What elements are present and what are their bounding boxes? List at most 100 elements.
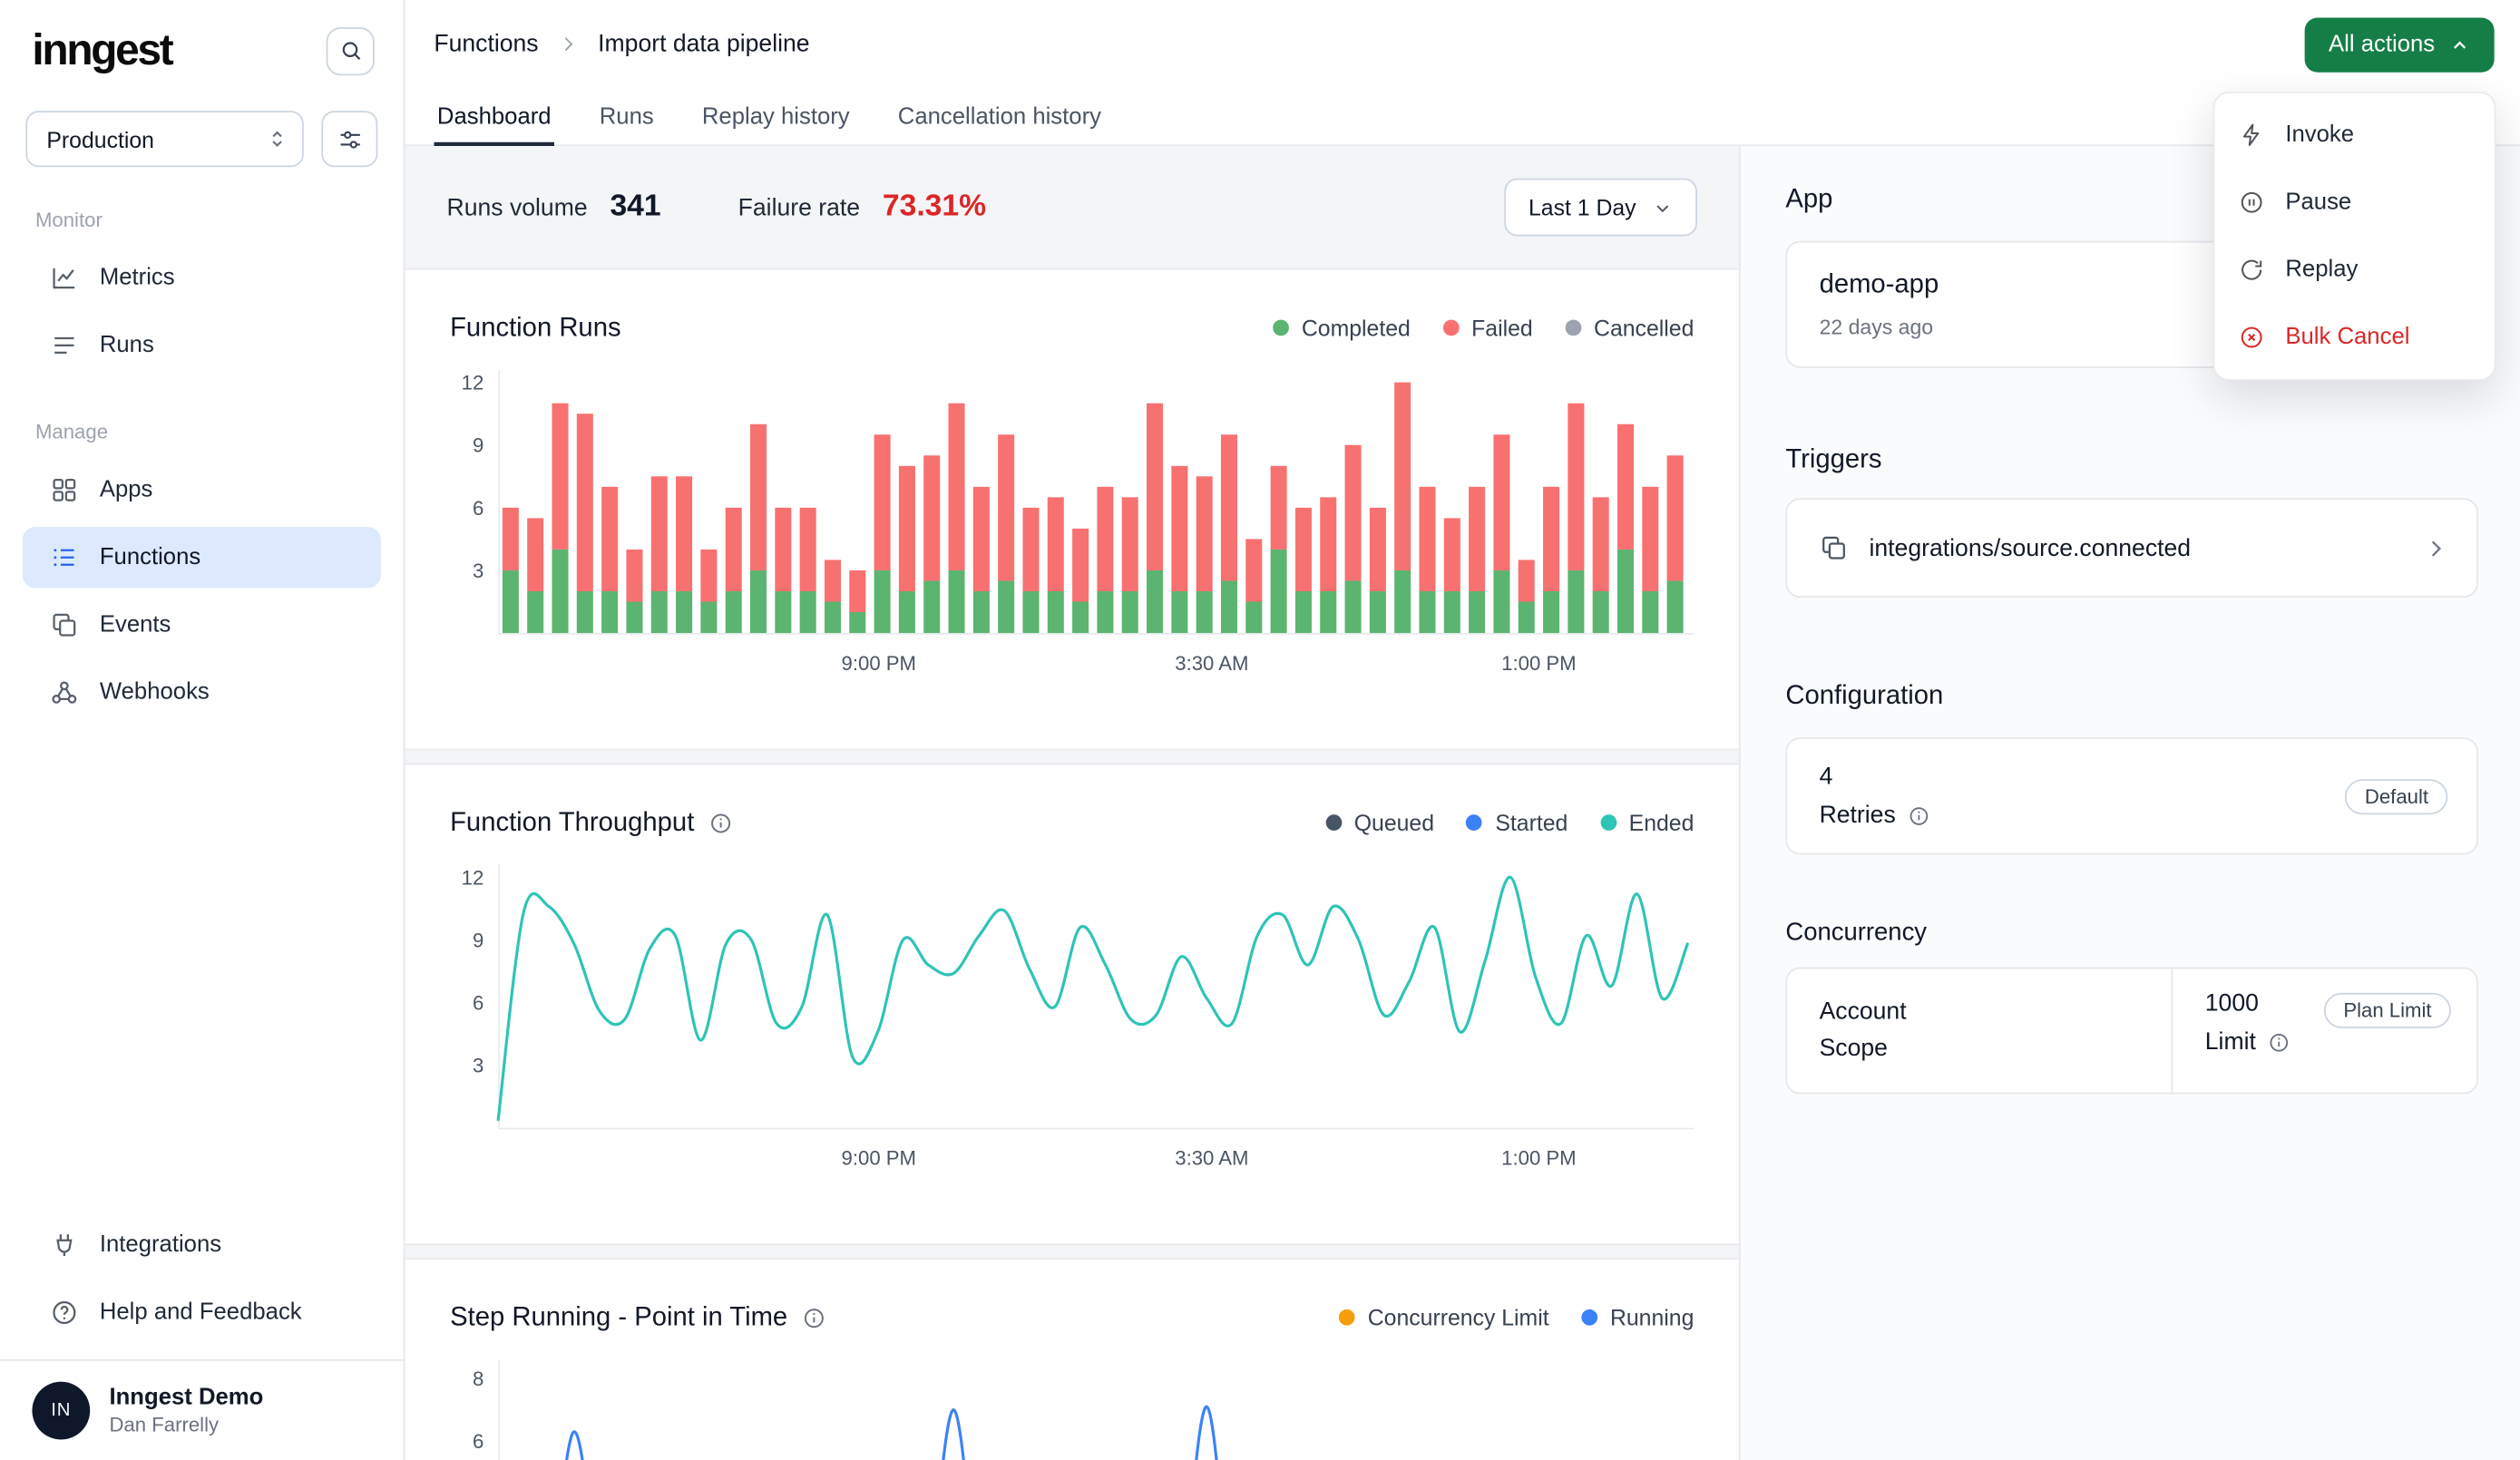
svg-text:6: 6 [473,992,483,1015]
legend-label: Concurrency Limit [1368,1305,1549,1330]
sidebar-item-help[interactable]: Help and Feedback [23,1282,381,1343]
legend-label: Ended [1629,810,1695,835]
queued-dot [1325,814,1342,831]
sidebar-item-apps[interactable]: Apps [23,460,381,521]
search-button[interactable] [327,26,375,74]
all-actions-button[interactable]: All actions [2304,17,2494,72]
sliders-icon [337,126,362,151]
chevron-right-icon [2424,536,2448,560]
sidebar-item-webhooks[interactable]: Webhooks [23,662,381,723]
configuration-heading: Configuration [1785,681,2478,712]
legend-label: Failed [1471,315,1533,340]
user-subtitle: Dan Farrelly [109,1414,263,1436]
events-icon [50,610,79,639]
svg-text:9:00 PM: 9:00 PM [842,1146,916,1169]
environment-selector[interactable]: Production [25,111,304,167]
sidebar-item-functions[interactable]: Functions [23,527,381,588]
svg-text:9: 9 [473,929,483,951]
tab-replay-history[interactable]: Replay history [698,98,853,146]
svg-text:3: 3 [473,1055,483,1077]
chart-title: Function Runs [450,313,620,344]
info-icon[interactable] [1907,804,1929,827]
sidebar-item-events[interactable]: Events [23,595,381,656]
breadcrumb-functions[interactable]: Functions [434,31,538,58]
legend-label: Cancelled [1594,315,1694,340]
svg-text:6: 6 [473,1430,483,1453]
plan-limit-badge: Plan Limit [2324,993,2451,1028]
tab-dashboard[interactable]: Dashboard [434,98,554,146]
breadcrumb: Functions Import data pipeline [405,0,2520,88]
step-running-chart: 24689:00 PM3:30 AM1:00 PM [450,1359,1694,1460]
sidebar: inngest Production Monitor [0,0,405,1460]
sidebar-item-label: Functions [100,545,200,570]
runs-icon [50,331,79,360]
function-runs-chart: 369129:00 PM3:30 AM1:00 PM [450,369,1694,690]
default-badge: Default [2346,778,2448,813]
sidebar-item-label: Webhooks [100,679,210,705]
metrics-icon [50,264,79,293]
svg-text:12: 12 [462,372,484,394]
chevron-down-icon [1652,197,1673,218]
chevrons-updown-icon [265,127,289,151]
svg-text:3: 3 [473,560,483,582]
concurrency-limit-dot [1339,1309,1355,1326]
step-running-card: Step Running - Point in Time Concurrency… [405,1258,1739,1460]
chart-legend: Completed Failed Cancelled [1273,315,1694,340]
svg-text:3:30 AM: 3:30 AM [1175,1146,1248,1169]
function-throughput-card: Function Throughput Queued Started Ended… [405,764,1739,1246]
trigger-event-name: integrations/source.connected [1869,534,2191,561]
concurrency-card: Account Scope 1000 Limit Pl [1785,968,2478,1094]
sidebar-item-integrations[interactable]: Integrations [23,1214,381,1275]
svg-text:1:00 PM: 1:00 PM [1501,1146,1576,1169]
failure-rate-value: 73.31% [883,190,986,225]
runs-volume-label: Runs volume [447,193,588,220]
sidebar-section-manage: Manage [0,379,404,456]
inngest-logo: inngest [32,25,171,75]
svg-text:3:30 AM: 3:30 AM [1175,652,1248,675]
info-icon[interactable] [708,811,733,835]
running-dot [1581,1309,1597,1326]
sidebar-item-label: Help and Feedback [100,1299,302,1325]
menu-item-label: Bulk Cancel [2285,325,2409,350]
sidebar-item-runs[interactable]: Runs [23,315,381,375]
tab-cancellation-history[interactable]: Cancellation history [894,98,1104,146]
chart-title: Step Running - Point in Time [450,1302,787,1333]
svg-text:8: 8 [473,1368,483,1390]
svg-text:9:00 PM: 9:00 PM [842,652,916,675]
menu-item-bulk-cancel[interactable]: Bulk Cancel [2214,304,2494,371]
retries-label: Retries [1820,802,1896,829]
info-icon[interactable] [802,1306,826,1330]
svg-text:12: 12 [462,866,484,889]
main-area: Functions Import data pipeline All actio… [405,0,2520,1460]
menu-item-label: Pause [2285,190,2351,215]
trigger-row[interactable]: integrations/source.connected [1785,498,2478,598]
menu-item-label: Invoke [2285,122,2354,148]
lightning-icon [2239,122,2264,148]
sidebar-item-label: Apps [100,477,153,502]
info-icon[interactable] [2267,1031,2290,1054]
environment-label: Production [46,126,154,151]
menu-item-pause[interactable]: Pause [2214,169,2494,236]
menu-item-replay[interactable]: Replay [2214,236,2494,303]
time-range-dropdown[interactable]: Last 1 Day [1504,179,1696,237]
function-runs-card: Function Runs Completed Failed Cancelled… [405,268,1739,751]
started-dot [1466,814,1482,831]
sidebar-item-label: Events [100,612,171,638]
sidebar-section-monitor: Monitor [0,167,404,244]
menu-item-invoke[interactable]: Invoke [2214,102,2494,169]
stats-bar: Runs volume 341 Failure rate 73.31% Last… [405,146,1739,268]
user-account-button[interactable]: IN Inngest Demo Dan Farrelly [0,1359,404,1460]
pause-icon [2239,190,2264,215]
retries-value: 4 [1820,764,1929,791]
sidebar-item-label: Integrations [100,1232,221,1258]
breadcrumb-current: Import data pipeline [598,31,809,58]
chart-title: Function Throughput [450,807,694,838]
user-name: Inngest Demo [109,1385,263,1410]
replay-icon [2239,257,2264,282]
environment-settings-button[interactable] [321,111,377,167]
legend-label: Queued [1354,810,1434,835]
tab-runs[interactable]: Runs [596,98,657,146]
sidebar-item-metrics[interactable]: Metrics [23,248,381,308]
concurrency-limit-value: 1000 [2205,989,2290,1017]
cancelled-dot [1565,320,1581,336]
